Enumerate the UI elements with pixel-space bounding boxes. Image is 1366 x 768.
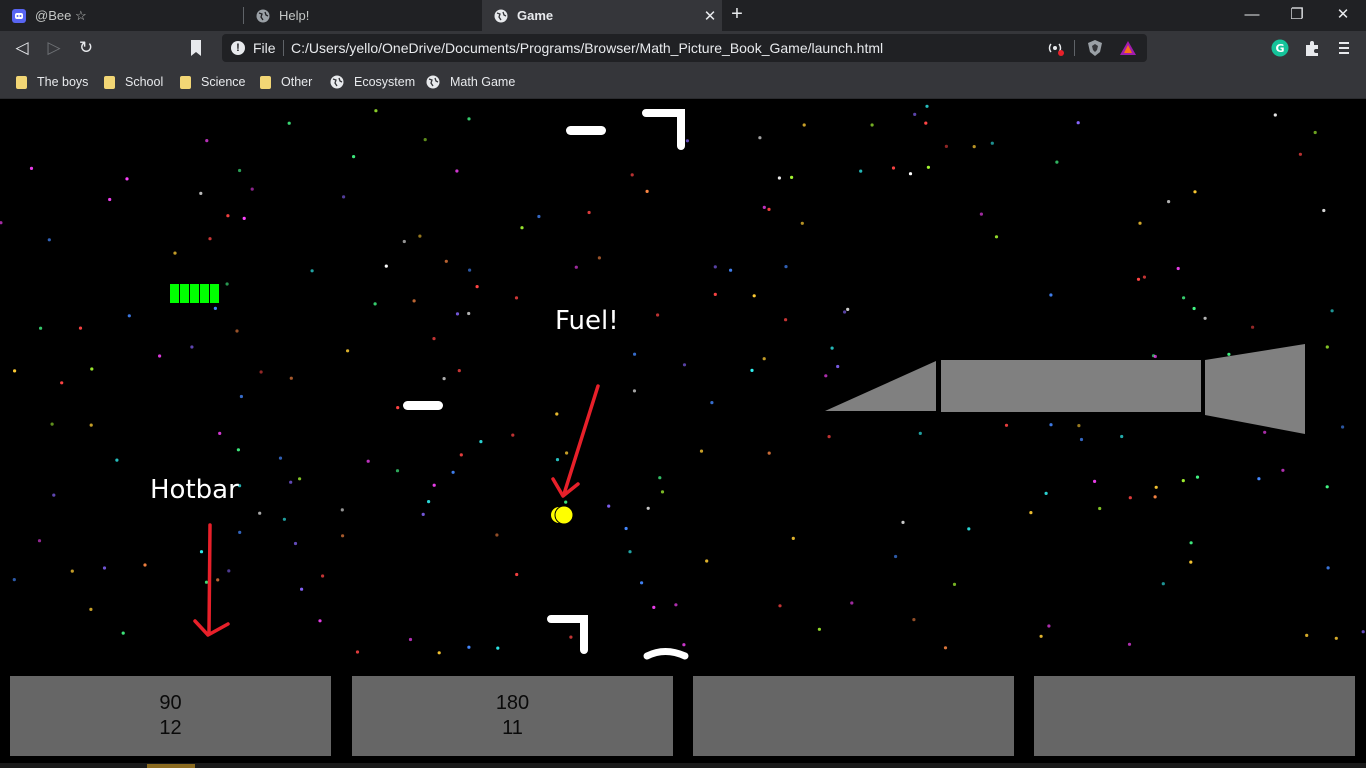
close-tab-icon[interactable]: ✕ [698, 7, 722, 25]
bookmark-the-boys[interactable]: The boys [16, 72, 88, 92]
back-button[interactable]: ◁ [11, 37, 33, 59]
toolbar: ◁ ▷ ↻ ! File C:/Users/yello/OneDrive/Doc… [0, 31, 1366, 65]
taskbar-accent [147, 764, 195, 768]
fuel-pickup [550, 505, 574, 525]
tab-game[interactable]: Game ✕ [482, 0, 722, 31]
bookmarks-bar: The boys School Science Other Ecosystem … [0, 65, 1366, 99]
wall-dash [643, 648, 689, 660]
fuel-gauge [170, 284, 219, 303]
grammarly-icon[interactable]: G [1271, 39, 1289, 57]
reload-button[interactable]: ↻ [75, 37, 97, 59]
url-text[interactable]: C:/Users/yello/OneDrive/Documents/Progra… [291, 40, 883, 56]
address-bar[interactable]: ! File C:/Users/yello/OneDrive/Documents… [222, 34, 1147, 62]
tab-title: @Bee ☆ [35, 7, 87, 23]
bookmark-science[interactable]: Science [180, 72, 245, 92]
forward-button[interactable]: ▷ [43, 37, 65, 59]
tab-discord[interactable]: @Bee ☆ [0, 0, 240, 31]
broadcast-icon[interactable] [1047, 39, 1065, 57]
wall-dash [403, 401, 443, 410]
extensions-icon[interactable] [1303, 39, 1321, 57]
slot-value-top: 180 [495, 692, 530, 714]
folder-icon [180, 75, 191, 89]
url-scheme: File [253, 40, 276, 56]
bookmark-label: Science [201, 75, 246, 89]
bookmark-label: School [125, 75, 164, 89]
hotbar-arrow [193, 523, 230, 637]
tab-title: Help! [279, 8, 310, 23]
fuel-segment [210, 284, 219, 303]
hotbar-slot-1[interactable]: 90 12 [10, 676, 331, 756]
info-icon[interactable]: ! [231, 41, 245, 55]
brave-shield-icon[interactable] [1086, 39, 1104, 57]
game-scene [170, 109, 1305, 660]
fuel-annotation: Fuel! [555, 306, 619, 336]
tab-title: Game [517, 8, 554, 23]
folder-icon [16, 75, 27, 89]
wall-corner [547, 615, 588, 654]
fuel-segment [190, 284, 199, 303]
hotbar-annotation: Hotbar [150, 475, 239, 505]
minimize-button[interactable]: — [1229, 0, 1275, 31]
taskbar-edge [0, 763, 1366, 768]
bookmark-label: Ecosystem [354, 75, 416, 89]
slot-value-bottom: 11 [502, 717, 523, 739]
globe-icon [426, 75, 440, 89]
bookmark-label: Other [281, 75, 313, 89]
bookmark-ecosystem[interactable]: Ecosystem [330, 72, 415, 92]
fuel-segment [180, 284, 189, 303]
fuel-segment [200, 284, 209, 303]
globe-icon [256, 9, 270, 22]
menu-icon[interactable] [1335, 39, 1353, 57]
tab-strip: @Bee ☆ Help! Game ✕ + — ❐ ✕ [0, 0, 1366, 31]
fuel-segment [170, 284, 179, 303]
wall-corner [642, 109, 685, 150]
new-tab-button[interactable]: + [727, 4, 747, 26]
game-canvas[interactable]: Fuel! Hotbar 90 12 180 11 [0, 99, 1366, 768]
folder-icon [260, 75, 271, 89]
bookmark-school[interactable]: School [104, 72, 163, 92]
discord-icon [12, 8, 26, 23]
globe-icon [494, 9, 508, 22]
folder-icon [104, 75, 115, 89]
slot-value-top: 90 [159, 692, 182, 714]
hotbar-slot-2[interactable]: 180 11 [352, 676, 673, 756]
fuel-arrow [551, 384, 600, 498]
bookmark-math-game[interactable]: Math Game [426, 72, 515, 92]
brave-rewards-icon[interactable] [1119, 39, 1137, 57]
close-window-button[interactable]: ✕ [1320, 0, 1366, 31]
globe-icon [330, 75, 344, 89]
slot-value-bottom: 12 [159, 717, 182, 739]
bookmark-icon[interactable] [186, 39, 206, 57]
bookmark-label: The boys [37, 75, 89, 89]
svg-text:G: G [1275, 42, 1284, 55]
hotbar-slot-4[interactable] [1034, 676, 1355, 756]
player-ship [825, 344, 1305, 434]
bookmark-other[interactable]: Other [260, 72, 312, 92]
omnibox-divider [1074, 40, 1075, 56]
url-divider [283, 40, 284, 56]
tab-help[interactable]: Help! [244, 0, 480, 31]
bookmark-label: Math Game [450, 75, 516, 89]
restore-button[interactable]: ❐ [1274, 0, 1320, 31]
hotbar-slot-3[interactable] [693, 676, 1014, 756]
wall-dash [566, 126, 606, 135]
